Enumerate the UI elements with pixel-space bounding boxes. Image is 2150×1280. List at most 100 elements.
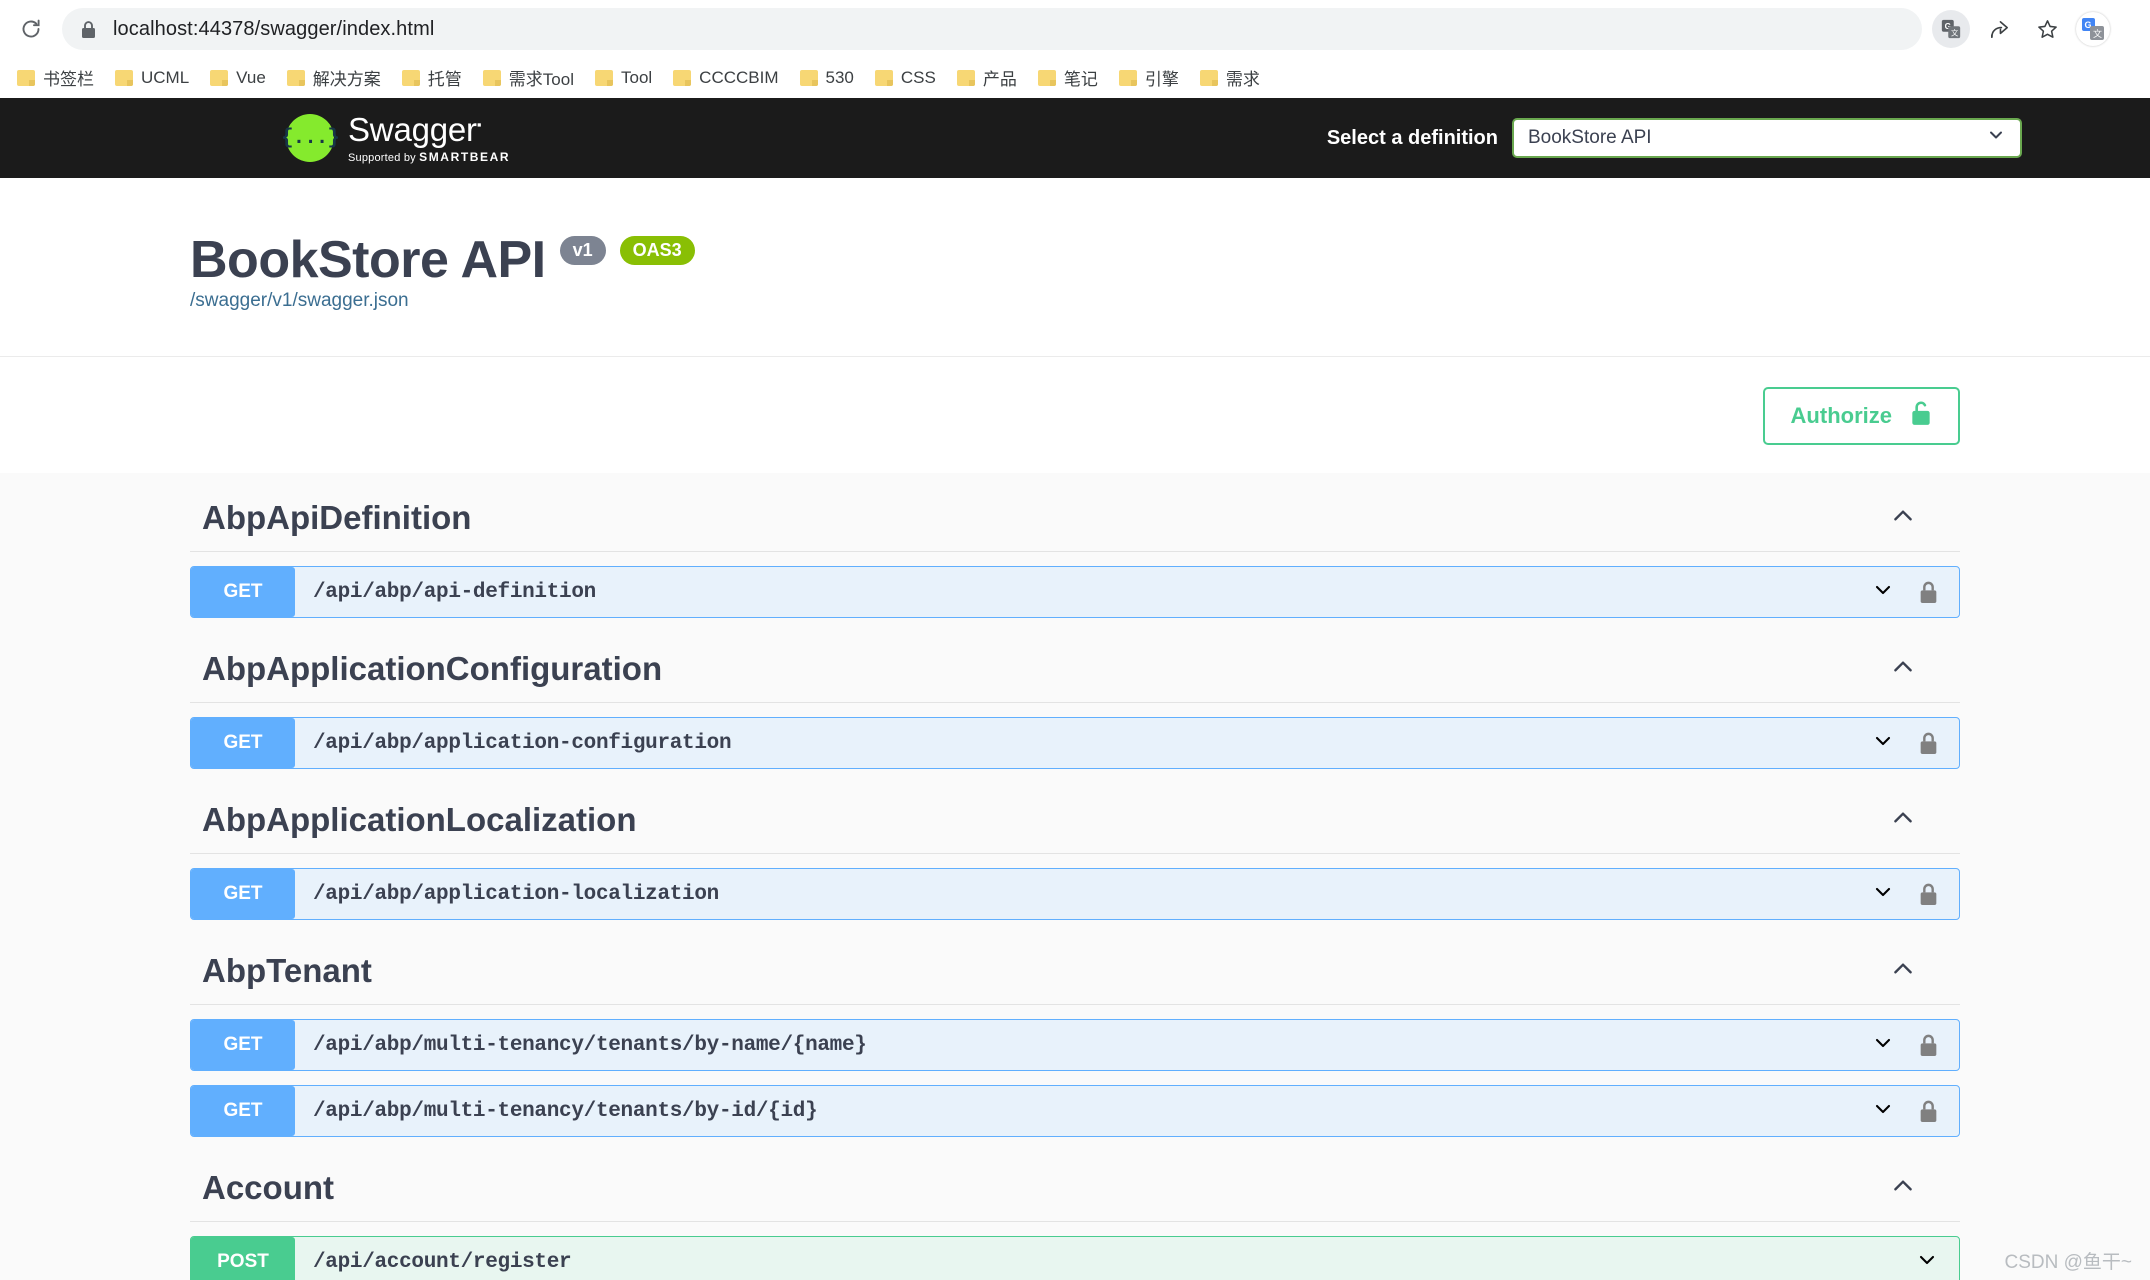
tag-name: AbpApplicationLocalization [202, 801, 637, 838]
authorize-button[interactable]: Authorize [1762, 387, 1960, 445]
chevron-down-icon[interactable] [1871, 578, 1895, 607]
chevron-down-icon[interactable] [1871, 729, 1895, 758]
tag-header[interactable]: Account [190, 1151, 1960, 1222]
tag-header[interactable]: AbpApplicationConfiguration [190, 632, 1960, 703]
swagger-logo[interactable]: {...} Swagger▪ Supported by SMARTBEAR [281, 110, 511, 164]
page-root: localhost:44378/swagger/index.html G 文 G… [0, 0, 2150, 1280]
tag-name: Account [202, 1169, 334, 1206]
operation-controls [1871, 729, 1939, 758]
chevron-down-icon[interactable] [1915, 1248, 1939, 1277]
bookmark-label: 530 [825, 67, 854, 87]
bookmark-item[interactable]: Tool [586, 63, 661, 93]
folder-icon [799, 69, 818, 86]
bookmark-label: UCML [141, 67, 190, 87]
folder-icon [286, 69, 305, 86]
oas-badge: OAS3 [619, 235, 695, 265]
google-translate-extension-icon[interactable]: G 文 [2076, 12, 2110, 46]
http-method-badge: GET [191, 869, 295, 919]
http-method-badge: GET [191, 1086, 295, 1136]
chevron-up-icon[interactable] [1890, 1173, 1960, 1204]
bookmark-label: 需求 [1225, 70, 1260, 89]
bookmark-item[interactable]: 解决方案 [278, 60, 390, 95]
http-method-badge: GET [191, 1020, 295, 1070]
bookmark-item[interactable]: UCML [106, 63, 198, 93]
lock-closed-icon[interactable] [1917, 1032, 1939, 1058]
share-icon[interactable] [1980, 10, 2018, 48]
folder-icon [956, 69, 975, 86]
operation-row[interactable]: POST /api/account/register [190, 1236, 1960, 1280]
bookmark-item[interactable]: 引擎 [1110, 60, 1188, 95]
operation-row[interactable]: GET /api/abp/api-definition [190, 566, 1960, 618]
bookmark-label: 产品 [982, 70, 1017, 89]
tag-header[interactable]: AbpTenant [190, 934, 1960, 1005]
bookmark-item[interactable]: Vue [201, 63, 275, 93]
folder-icon [482, 69, 501, 86]
operation-controls [1915, 1248, 1939, 1277]
operation-controls [1871, 880, 1939, 909]
lock-closed-icon[interactable] [1917, 881, 1939, 907]
translate-icon[interactable]: G 文 [1932, 10, 1970, 48]
bookmark-label: 引擎 [1144, 70, 1179, 89]
swagger-supported-by: Supported by SMARTBEAR [348, 149, 511, 164]
reload-button[interactable] [14, 12, 48, 46]
bookmark-item[interactable]: CSS [866, 63, 945, 93]
swagger-topbar: {...} Swagger▪ Supported by SMARTBEAR Se… [0, 98, 2150, 178]
operations-area: AbpApiDefinition GET /api/abp/api-defini… [0, 473, 2150, 1280]
bookmark-star-icon[interactable] [2028, 10, 2066, 48]
folder-icon [115, 69, 133, 86]
operation-row[interactable]: GET /api/abp/multi-tenancy/tenants/by-id… [190, 1085, 1960, 1137]
tag-name: AbpApiDefinition [202, 499, 472, 536]
http-method-badge: GET [191, 718, 295, 768]
bookmark-item[interactable]: 书签栏 [8, 60, 103, 95]
folder-icon [401, 69, 420, 86]
spec-url-link[interactable]: /swagger/v1/swagger.json [190, 290, 409, 311]
lock-closed-icon[interactable] [1917, 1098, 1939, 1124]
definition-select[interactable]: BookStore API [1512, 118, 2022, 158]
bookmark-label: CCCCBIM [699, 67, 779, 87]
trademark-symbol: ▪ [476, 116, 482, 132]
page-title: BookStore API [190, 231, 546, 289]
chevron-down-icon[interactable] [1871, 1097, 1895, 1126]
unlock-icon [1910, 400, 1932, 432]
browser-toolbar: localhost:44378/swagger/index.html G 文 G… [0, 0, 2150, 58]
chevron-down-icon[interactable] [1871, 880, 1895, 909]
chevron-up-icon[interactable] [1890, 956, 1960, 987]
operation-path: /api/abp/multi-tenancy/tenants/by-id/{id… [313, 1099, 818, 1123]
bookmark-label: Tool [620, 67, 653, 87]
operation-path: /api/abp/application-localization [313, 882, 719, 906]
tag-header[interactable]: AbpApiDefinition [190, 481, 1960, 552]
folder-icon [1037, 69, 1056, 86]
bookmark-item[interactable]: 530 [791, 63, 863, 93]
tag-block: Account POST /api/account/register [190, 1151, 1960, 1280]
bookmark-item[interactable]: 需求 [1191, 60, 1269, 95]
chevron-down-icon [1986, 125, 2006, 151]
bookmark-label: 书签栏 [43, 70, 94, 89]
operation-row[interactable]: GET /api/abp/application-configuration [190, 717, 1960, 769]
bookmark-item[interactable]: 托管 [393, 60, 471, 95]
address-bar[interactable]: localhost:44378/swagger/index.html [62, 8, 1922, 50]
folder-icon [210, 69, 229, 86]
lock-closed-icon[interactable] [1917, 730, 1939, 756]
tag-block: AbpApplicationConfiguration GET /api/abp… [190, 632, 1960, 769]
folder-icon [874, 69, 893, 86]
bookmark-item[interactable]: 笔记 [1029, 60, 1107, 95]
chevron-up-icon[interactable] [1890, 503, 1960, 534]
bookmark-item[interactable]: CCCCBIM [664, 63, 787, 93]
chevron-down-icon[interactable] [1871, 1031, 1895, 1060]
bookmark-label: 笔记 [1063, 70, 1098, 89]
operation-controls [1871, 1031, 1939, 1060]
lock-closed-icon[interactable] [1917, 579, 1939, 605]
chevron-up-icon[interactable] [1890, 654, 1960, 685]
tag-header[interactable]: AbpApplicationLocalization [190, 783, 1960, 854]
folder-icon [1199, 69, 1218, 86]
tag-block: AbpApplicationLocalization GET /api/abp/… [190, 783, 1960, 920]
operation-row[interactable]: GET /api/abp/application-localization [190, 868, 1960, 920]
bookmark-item[interactable]: 需求Tool [474, 60, 583, 95]
operation-path: /api/abp/api-definition [313, 580, 596, 604]
operation-row[interactable]: GET /api/abp/multi-tenancy/tenants/by-na… [190, 1019, 1960, 1071]
bookmark-item[interactable]: 产品 [948, 60, 1026, 95]
tag-name: AbpApplicationConfiguration [202, 650, 663, 687]
definition-label: Select a definition [1326, 126, 1498, 149]
chevron-up-icon[interactable] [1890, 805, 1960, 836]
swagger-wordmark: Swagger▪ [348, 110, 482, 148]
